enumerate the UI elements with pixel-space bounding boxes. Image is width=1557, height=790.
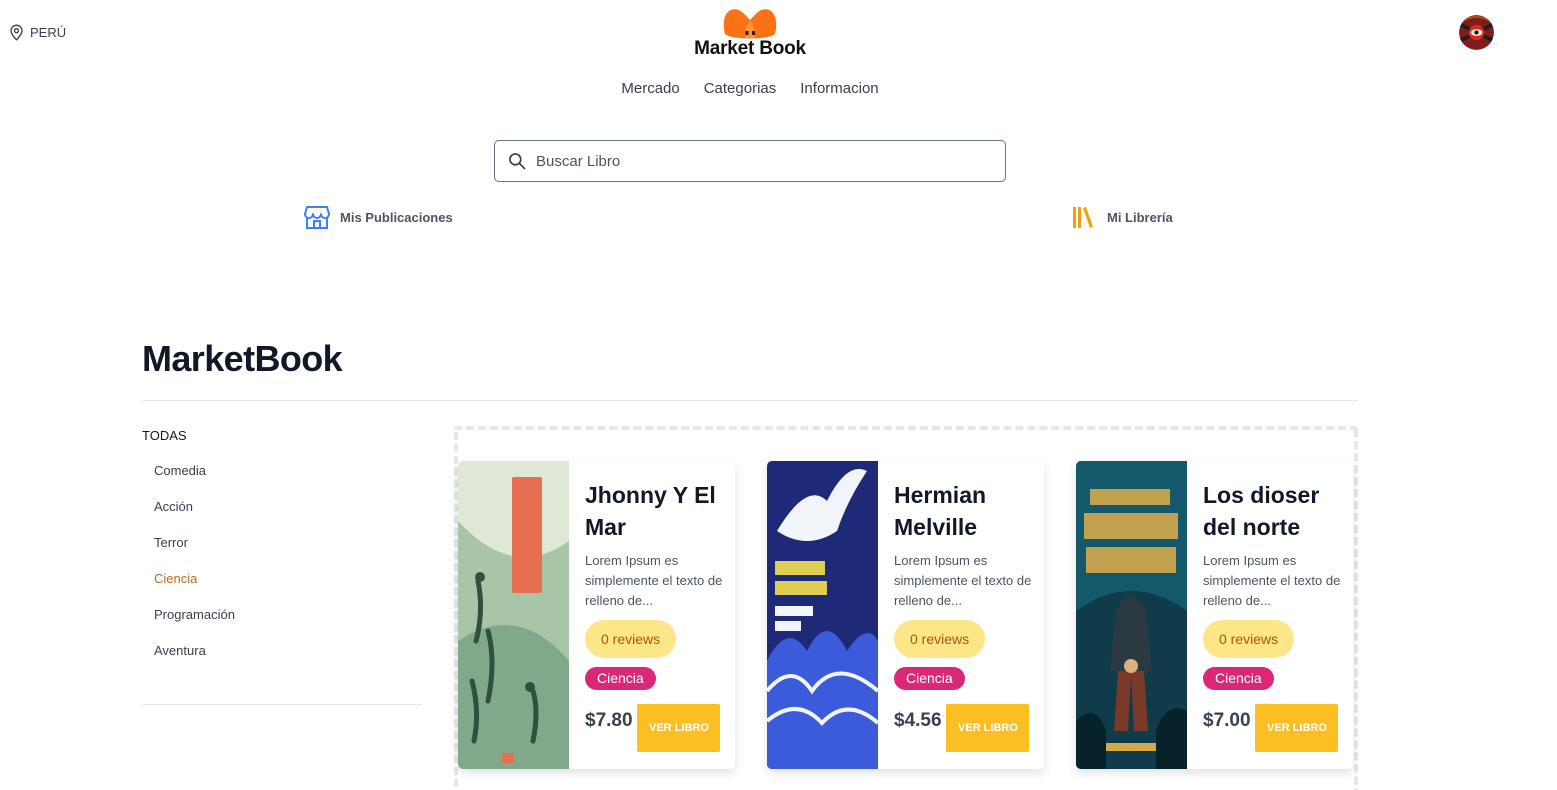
- price-row: $7.80 VER LIBRO: [585, 704, 725, 752]
- my-publications-link[interactable]: Mis Publicaciones: [304, 204, 453, 230]
- book-grid: Jhonny Y El Mar Lorem Ipsum es simplemen…: [454, 426, 1358, 790]
- book-price: $7.00: [1203, 710, 1251, 731]
- book-title: Hermian Melville: [894, 482, 987, 540]
- view-book-button[interactable]: VER LIBRO: [1255, 704, 1338, 752]
- book-cover-image: [458, 461, 569, 769]
- book-title: Los dioser del norte: [1203, 482, 1320, 540]
- user-avatar[interactable]: [1459, 15, 1494, 50]
- map-pin-icon: [10, 24, 23, 41]
- my-library-label: Mi Librería: [1107, 209, 1173, 225]
- book-description: Lorem Ipsum es simplemente el texto de r…: [894, 553, 1032, 608]
- brand-logo[interactable]: Market Book: [690, 4, 810, 60]
- brand-name: Market Book: [694, 38, 806, 59]
- category-aventura[interactable]: Aventura: [142, 639, 422, 675]
- search-input[interactable]: [536, 152, 976, 170]
- divider: [142, 400, 1358, 401]
- book-description: Lorem Ipsum es simplemente el texto de r…: [585, 553, 723, 608]
- my-publications-label: Mis Publicaciones: [340, 209, 453, 225]
- book-cover-image: [1076, 461, 1187, 769]
- price-row: $7.00 VER LIBRO: [1203, 704, 1343, 752]
- book-card[interactable]: Hermian Melville Lorem Ipsum es simpleme…: [767, 461, 1044, 769]
- book-title: Jhonny Y El Mar: [585, 482, 716, 540]
- storefront-icon: [304, 206, 330, 229]
- book-card-body: Jhonny Y El Mar Lorem Ipsum es simplemen…: [585, 479, 730, 690]
- my-library-link[interactable]: Mi Librería: [1071, 204, 1173, 230]
- nav-mercado[interactable]: Mercado: [621, 80, 679, 97]
- reviews-badge: 0 reviews: [585, 620, 677, 658]
- book-card-body: Los dioser del norte Lorem Ipsum es simp…: [1203, 479, 1348, 690]
- view-book-button[interactable]: VER LIBRO: [637, 704, 720, 752]
- brand-mascot-icon: [723, 9, 777, 39]
- page-title: MarketBook: [142, 338, 343, 379]
- nav-informacion[interactable]: Informacion: [800, 80, 878, 97]
- category-tag: Ciencia: [894, 667, 965, 690]
- location-label: PERÚ: [30, 25, 67, 40]
- reviews-badge: 0 reviews: [894, 620, 986, 658]
- category-programacion[interactable]: Programación: [142, 603, 422, 639]
- nav-categorias[interactable]: Categorias: [704, 80, 777, 97]
- book-card-body: Hermian Melville Lorem Ipsum es simpleme…: [894, 479, 1039, 690]
- category-comedia[interactable]: Comedia: [142, 459, 422, 495]
- sidebar-divider: [142, 704, 422, 705]
- category-terror[interactable]: Terror: [142, 531, 422, 567]
- category-accion[interactable]: Acción: [142, 495, 422, 531]
- book-card[interactable]: Jhonny Y El Mar Lorem Ipsum es simplemen…: [458, 461, 735, 769]
- book-card[interactable]: Los dioser del norte Lorem Ipsum es simp…: [1076, 461, 1353, 769]
- location-indicator[interactable]: PERÚ: [9, 24, 66, 41]
- book-price: $7.80: [585, 710, 633, 731]
- main-nav: Mercado Categorias Informacion: [0, 80, 1500, 97]
- search-bar: [494, 140, 1006, 182]
- book-price: $4.56: [894, 710, 942, 731]
- category-sidebar: TODAS Comedia Acción Terror Ciencia Prog…: [142, 428, 422, 675]
- library-books-icon: [1073, 207, 1093, 228]
- book-cover-image: [767, 461, 878, 769]
- view-book-button[interactable]: VER LIBRO: [946, 704, 1029, 752]
- price-row: $4.56 VER LIBRO: [894, 704, 1034, 752]
- reviews-badge: 0 reviews: [1203, 620, 1295, 658]
- category-all[interactable]: TODAS: [142, 428, 422, 443]
- search-icon: [509, 153, 526, 170]
- category-ciencia[interactable]: Ciencia: [142, 567, 422, 603]
- book-description: Lorem Ipsum es simplemente el texto de r…: [1203, 553, 1341, 608]
- category-tag: Ciencia: [1203, 667, 1274, 690]
- category-tag: Ciencia: [585, 667, 656, 690]
